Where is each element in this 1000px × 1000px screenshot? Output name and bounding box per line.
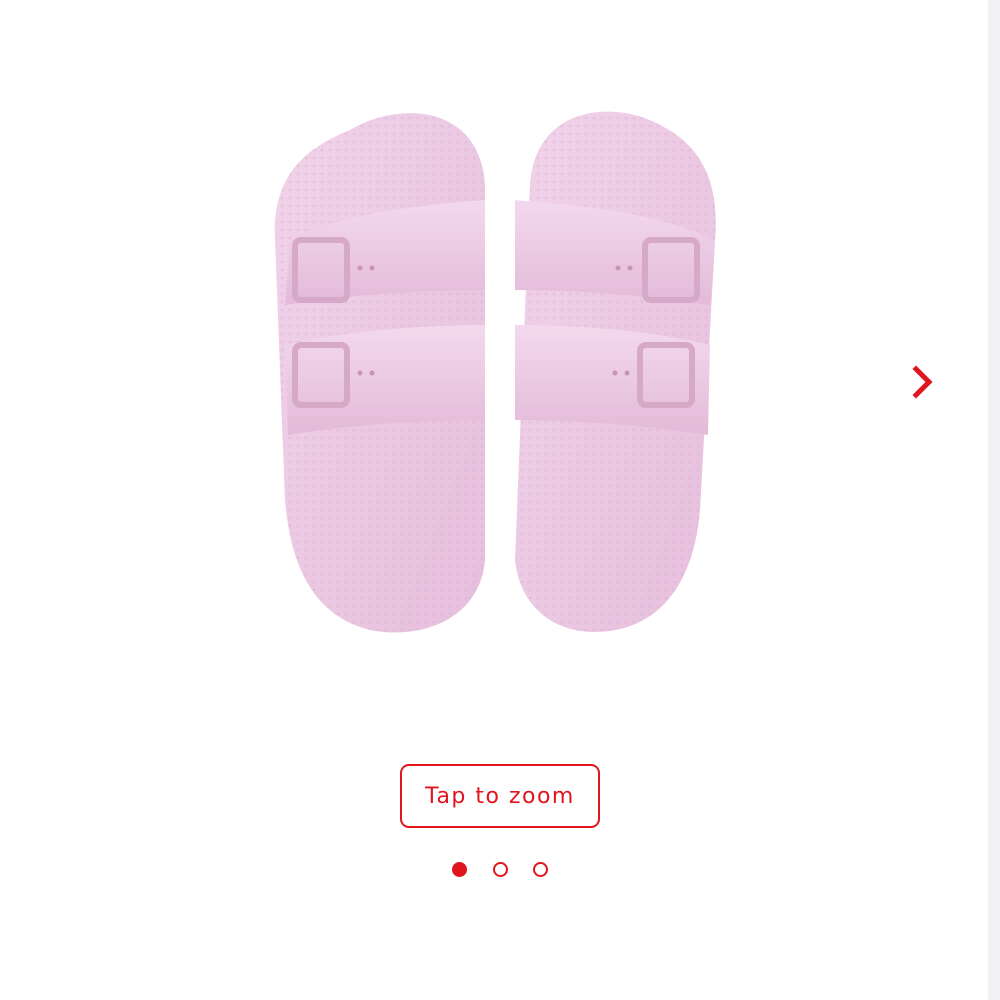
product-image[interactable] (230, 90, 750, 650)
pagination-dot-3[interactable] (533, 861, 548, 877)
tap-to-zoom-button[interactable]: Tap to zoom (400, 764, 600, 828)
next-image-button[interactable] (900, 360, 944, 404)
chevron-right-icon (912, 365, 933, 399)
left-sandal (274, 113, 485, 633)
pagination-dot-2[interactable] (492, 861, 508, 877)
pagination-dot-1[interactable] (452, 861, 467, 877)
carousel-pagination (452, 859, 548, 879)
product-gallery-page: Tap to zoom (0, 0, 1000, 1000)
page-edge (988, 0, 1000, 1000)
right-sandal (515, 111, 716, 632)
